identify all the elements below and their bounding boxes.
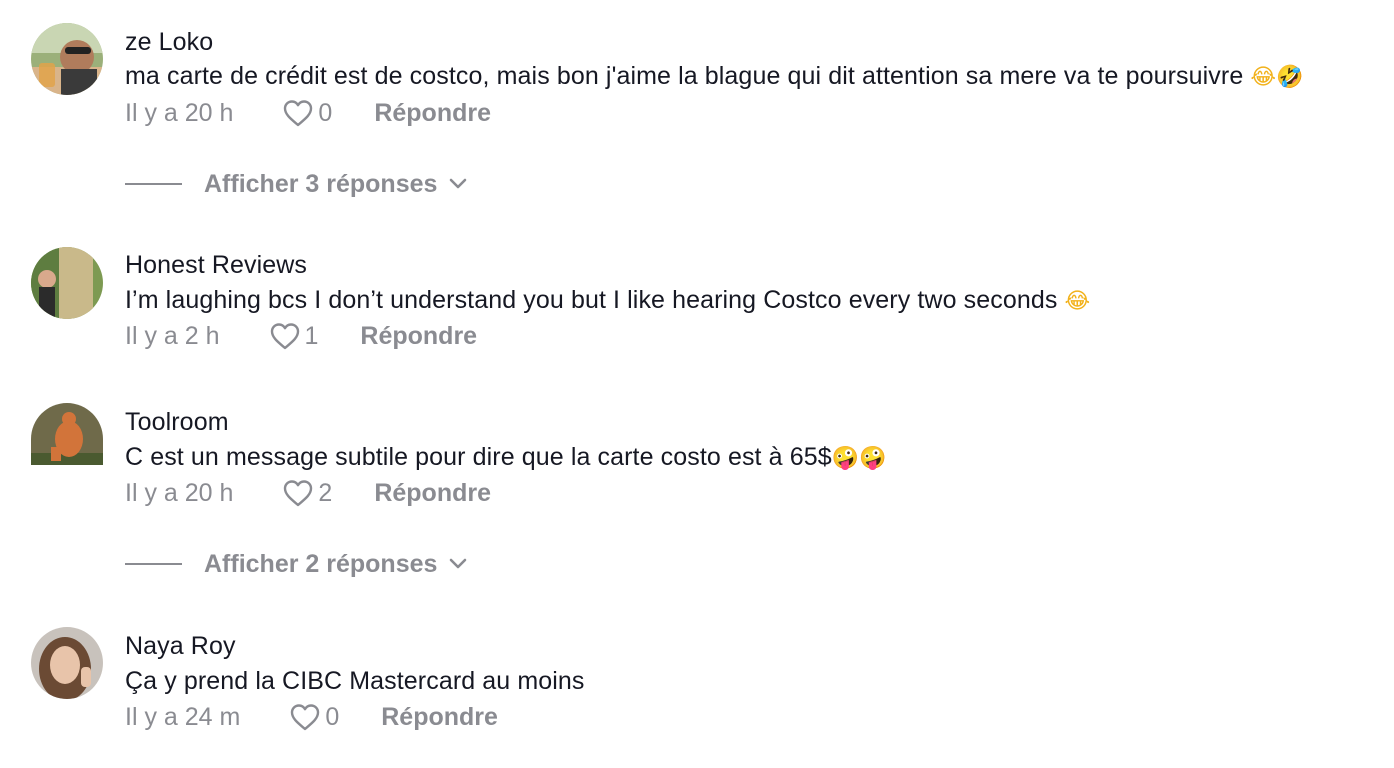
avatar[interactable] — [31, 247, 103, 319]
comment-timestamp: Il y a 20 h — [125, 478, 234, 507]
comment-text: C est un message subtile pour dire que l… — [125, 443, 887, 472]
comment-meta: Il y a 24 m 0 Répondre — [125, 700, 498, 734]
heart-icon — [282, 98, 314, 128]
heart-icon — [289, 702, 321, 732]
comment-text-body: C est un message subtile pour dire que l… — [125, 443, 832, 471]
comment-text-body: Ça y prend la CIBC Mastercard au moins — [125, 667, 585, 695]
view-replies-button[interactable]: Afficher 3 réponses — [125, 167, 467, 201]
comment-meta: Il y a 20 h 2 Répondre — [125, 476, 491, 510]
reply-button[interactable]: Répondre — [360, 322, 477, 351]
comment-timestamp: Il y a 2 h — [125, 321, 220, 350]
chevron-down-icon — [449, 558, 467, 570]
like-button[interactable]: 1 — [269, 321, 319, 351]
avatar[interactable] — [31, 627, 103, 699]
reply-button[interactable]: Répondre — [374, 99, 491, 128]
comment-author[interactable]: ze Loko — [125, 28, 213, 57]
avatar[interactable] — [31, 403, 103, 465]
reply-button[interactable]: Répondre — [381, 703, 498, 732]
comment-author[interactable]: Honest Reviews — [125, 251, 307, 280]
emoji-laughing-icon: 😂 — [1064, 289, 1091, 314]
divider-line — [125, 183, 182, 185]
comment-author[interactable]: Naya Roy — [125, 632, 236, 661]
comment-text: Ça y prend la CIBC Mastercard au moins — [125, 667, 585, 696]
like-count: 0 — [325, 702, 340, 731]
avatar[interactable] — [31, 23, 103, 95]
like-count: 2 — [318, 478, 333, 507]
comment-timestamp: Il y a 20 h — [125, 98, 234, 127]
like-count: 1 — [304, 321, 319, 350]
emoji-zany-face-icon: 🤪🤪 — [831, 446, 887, 471]
comment-text-body: I’m laughing bcs I don’t understand you … — [125, 286, 1058, 314]
like-count: 0 — [318, 98, 333, 127]
like-button[interactable]: 0 — [282, 98, 332, 128]
view-replies-label: Afficher 3 réponses — [204, 169, 438, 198]
like-button[interactable]: 0 — [289, 702, 339, 732]
comment-text-body: ma carte de crédit est de costco, mais b… — [125, 62, 1244, 90]
view-replies-label: Afficher 2 réponses — [204, 549, 438, 578]
like-button[interactable]: 2 — [282, 478, 332, 508]
comment-meta: Il y a 2 h 1 Répondre — [125, 319, 477, 353]
chevron-down-icon — [449, 178, 467, 190]
reply-button[interactable]: Répondre — [374, 479, 491, 508]
heart-icon — [282, 478, 314, 508]
comment-author[interactable]: Toolroom — [125, 408, 229, 437]
comment-text: ma carte de crédit est de costco, mais b… — [125, 62, 1304, 91]
emoji-laughing-icon: 😂🤣 — [1250, 65, 1304, 90]
heart-icon — [269, 321, 301, 351]
comment-meta: Il y a 20 h 0 Répondre — [125, 96, 491, 130]
view-replies-button[interactable]: Afficher 2 réponses — [125, 547, 467, 581]
comment-timestamp: Il y a 24 m — [125, 702, 241, 731]
divider-line — [125, 563, 182, 565]
comment-text: I’m laughing bcs I don’t understand you … — [125, 286, 1090, 315]
